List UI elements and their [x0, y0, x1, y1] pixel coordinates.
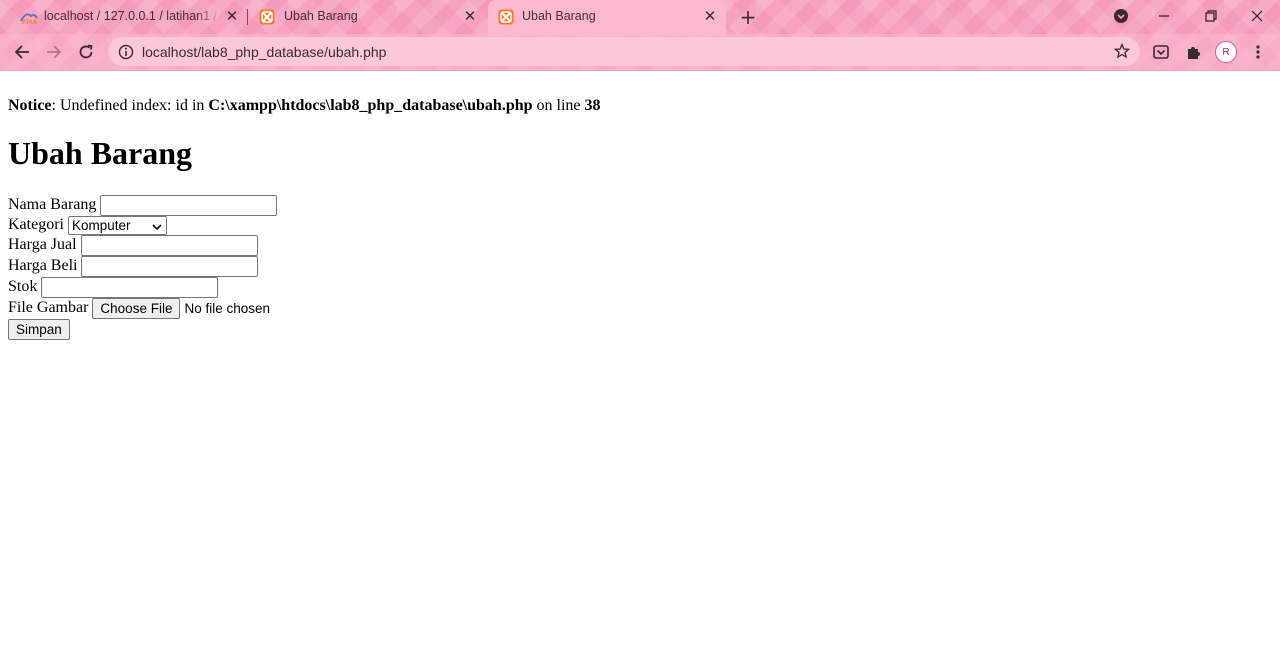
- profile-avatar[interactable]: R: [1215, 41, 1237, 63]
- restore-icon[interactable]: [1199, 4, 1223, 28]
- url-text[interactable]: localhost/lab8_php_database/ubah.php: [142, 44, 386, 60]
- tab-strip: PMA localhost / 127.0.0.1 / latihan1 / c…: [0, 0, 1280, 36]
- notice-on-line: on line: [532, 97, 585, 114]
- svg-text:PMA: PMA: [22, 19, 37, 25]
- back-arrow-icon[interactable]: [11, 41, 33, 63]
- tab-ubah-barang-active[interactable]: Ubah Barang ✕: [488, 0, 726, 36]
- submit-row: Simpan: [8, 318, 70, 340]
- close-window-icon[interactable]: [1245, 4, 1269, 28]
- browser-chrome: PMA localhost / 127.0.0.1 / latihan1 / c…: [0, 0, 1280, 71]
- tab-title: Ubah Barang: [284, 9, 358, 23]
- menu-kebab-icon[interactable]: [1248, 42, 1268, 62]
- browser-toolbar: localhost/lab8_php_database/ubah.php R: [0, 34, 1280, 71]
- minimize-icon[interactable]: [1152, 4, 1176, 28]
- tab-close-icon[interactable]: ✕: [462, 8, 478, 25]
- php-notice: Notice: Undefined index: id in C:\xampp\…: [8, 97, 601, 115]
- nama-barang-label: Nama Barang: [8, 196, 97, 213]
- harga-beli-input[interactable]: [81, 255, 259, 277]
- file-gambar-row: File Gambar Choose File No file chosen: [8, 297, 271, 319]
- xampp-icon: [498, 9, 514, 25]
- xampp-icon: [259, 9, 275, 25]
- kategori-label: Kategori: [8, 216, 64, 233]
- tab-search-icon[interactable]: [1109, 4, 1133, 28]
- harga-jual-row: Harga Jual: [8, 234, 258, 256]
- harga-beli-label: Harga Beli: [8, 257, 78, 274]
- tab-close-icon[interactable]: ✕: [224, 8, 240, 25]
- page-title: Ubah Barang: [8, 135, 193, 171]
- tab-title: localhost / 127.0.0.1 / latihan1 / c: [44, 9, 222, 23]
- harga-jual-input[interactable]: [80, 234, 258, 256]
- notice-line-number: 38: [584, 97, 601, 114]
- tab-phpmyadmin[interactable]: PMA localhost / 127.0.0.1 / latihan1 / c…: [8, 0, 246, 34]
- tab-ubah-barang[interactable]: Ubah Barang ✕: [248, 0, 486, 34]
- stok-label: Stok: [8, 278, 38, 295]
- bookmark-star-icon[interactable]: [1113, 42, 1131, 59]
- no-file-chosen-text: No file chosen: [184, 300, 271, 316]
- nama-barang-row: Nama Barang: [8, 194, 278, 216]
- address-bar[interactable]: localhost/lab8_php_database/ubah.php: [108, 37, 1140, 66]
- stok-input[interactable]: [41, 276, 219, 298]
- kategori-selected-value: Komputer: [71, 217, 131, 233]
- file-gambar-label: File Gambar: [8, 299, 89, 316]
- chevron-down-icon: [152, 220, 162, 230]
- simpan-button[interactable]: Simpan: [8, 318, 70, 340]
- pocket-extension-icon[interactable]: [1151, 42, 1171, 62]
- harga-beli-row: Harga Beli: [8, 255, 259, 277]
- notice-message: : Undefined index: id in: [51, 97, 209, 114]
- notice-label: Notice: [8, 97, 52, 114]
- choose-file-button[interactable]: Choose File: [92, 297, 181, 319]
- notice-path: C:\xampp\htdocs\lab8_php_database\ubah.p…: [208, 97, 533, 114]
- reload-icon[interactable]: [75, 41, 97, 63]
- kategori-row: Kategori Komputer: [8, 215, 167, 235]
- tab-close-icon[interactable]: ✕: [702, 8, 718, 25]
- extensions-puzzle-icon[interactable]: [1183, 42, 1203, 62]
- new-tab-plus-icon[interactable]: +: [738, 7, 758, 27]
- kategori-select[interactable]: Komputer: [67, 215, 167, 235]
- stok-row: Stok: [8, 276, 219, 298]
- site-info-icon[interactable]: [118, 44, 134, 60]
- tab-title: Ubah Barang: [522, 9, 596, 23]
- phpmyadmin-icon: PMA: [20, 9, 38, 26]
- harga-jual-label: Harga Jual: [8, 236, 77, 253]
- forward-arrow-icon[interactable]: [43, 41, 65, 63]
- nama-barang-input[interactable]: [100, 194, 278, 216]
